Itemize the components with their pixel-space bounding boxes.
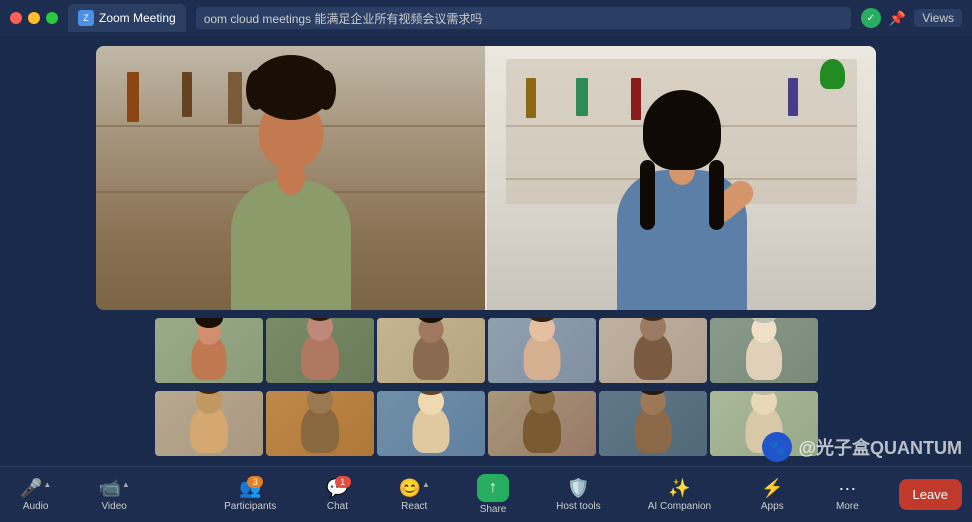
apps-button[interactable]: ⚡ Apps [748, 474, 796, 516]
main-video-bg [96, 46, 876, 310]
pin-icon: 📌 [889, 10, 906, 27]
thumbnail-1 [155, 318, 263, 383]
video-button[interactable]: 📹 ▲ Video [88, 474, 139, 516]
chat-button[interactable]: 💬 1 Chat [313, 474, 361, 516]
leave-label: Leave [913, 487, 948, 502]
address-bar[interactable]: oom cloud meetings 能满足企业所有视频会议需求吗 [196, 7, 851, 29]
minimize-button[interactable] [28, 12, 40, 24]
participants-badge: 3 [247, 476, 263, 488]
thumbnail-row-2 [155, 391, 818, 456]
video-icon: 📹 [98, 478, 120, 499]
audio-label: Audio [23, 501, 49, 512]
thumbnail-10 [488, 391, 596, 456]
apps-icon: ⚡ [761, 478, 783, 499]
more-button[interactable]: ··· More [823, 474, 871, 516]
thumbnail-3 [377, 318, 485, 383]
share-label: Share [480, 504, 507, 515]
ai-companion-button[interactable]: ✨ AI Companion [638, 474, 721, 516]
ai-companion-icon: ✨ [668, 478, 690, 499]
chat-icon: 💬 1 [326, 478, 348, 499]
address-text: oom cloud meetings 能满足企业所有视频会议需求吗 [204, 10, 483, 27]
chat-badge: 1 [335, 476, 351, 488]
participant-left [96, 46, 485, 310]
react-icon: 😊 [399, 478, 421, 499]
react-button[interactable]: 😊 ▲ React [389, 474, 440, 516]
host-tools-button[interactable]: 🛡️ Host tools [546, 474, 610, 516]
video-arrow-icon: ▲ [122, 480, 130, 489]
maximize-button[interactable] [46, 12, 58, 24]
microphone-icon: 🎤 [20, 478, 42, 499]
thumbnail-9 [377, 391, 485, 456]
more-label: More [836, 501, 859, 512]
more-icon: ··· [838, 478, 856, 499]
react-arrow-icon: ▲ [422, 480, 430, 489]
titlebar: Z Zoom Meeting oom cloud meetings 能满足企业所… [0, 0, 972, 36]
watermark-text: @光子盒QUANTUM [798, 434, 962, 460]
thumbnail-7 [155, 391, 263, 456]
apps-label: Apps [761, 501, 784, 512]
watermark: 🐾 @光子盒QUANTUM [762, 432, 962, 462]
audio-button[interactable]: 🎤 ▲ Audio [10, 474, 61, 516]
thumbnail-4 [488, 318, 596, 383]
thumbnail-11 [599, 391, 707, 456]
participants-icon: 👥 3 [239, 478, 261, 499]
participants-label: Participants [224, 501, 276, 512]
share-icon: ↑ [477, 474, 509, 502]
thumbnail-6 [710, 318, 818, 383]
thumbnail-5 [599, 318, 707, 383]
participant-right [485, 46, 876, 310]
share-button[interactable]: ↑ Share [467, 470, 519, 519]
thumbnail-row-1 [155, 318, 818, 383]
toolbar: 🎤 ▲ Audio 📹 ▲ Video 👥 3 Participants 💬 1… [0, 466, 972, 522]
watermark-logo: 🐾 [762, 432, 792, 462]
chat-label: Chat [327, 501, 348, 512]
traffic-lights [10, 12, 58, 24]
titlebar-right: ✓ 📌 Views [861, 8, 962, 28]
tab-label: Zoom Meeting [99, 11, 176, 25]
thumbnail-8 [266, 391, 374, 456]
security-icon: ✓ [861, 8, 881, 28]
video-label: Video [101, 501, 126, 512]
zoom-icon: Z [78, 10, 94, 26]
participants-button[interactable]: 👥 3 Participants [214, 474, 286, 516]
audio-arrow-icon: ▲ [43, 480, 51, 489]
main-content [0, 36, 972, 466]
host-tools-icon: 🛡️ [567, 478, 589, 499]
browser-tab[interactable]: Z Zoom Meeting [68, 4, 186, 32]
host-tools-label: Host tools [556, 501, 600, 512]
leave-button[interactable]: Leave [899, 479, 962, 510]
close-button[interactable] [10, 12, 22, 24]
thumbnail-2 [266, 318, 374, 383]
react-label: React [401, 501, 427, 512]
main-video-area [96, 46, 876, 310]
ai-companion-label: AI Companion [648, 501, 711, 512]
views-button[interactable]: Views [914, 9, 962, 27]
